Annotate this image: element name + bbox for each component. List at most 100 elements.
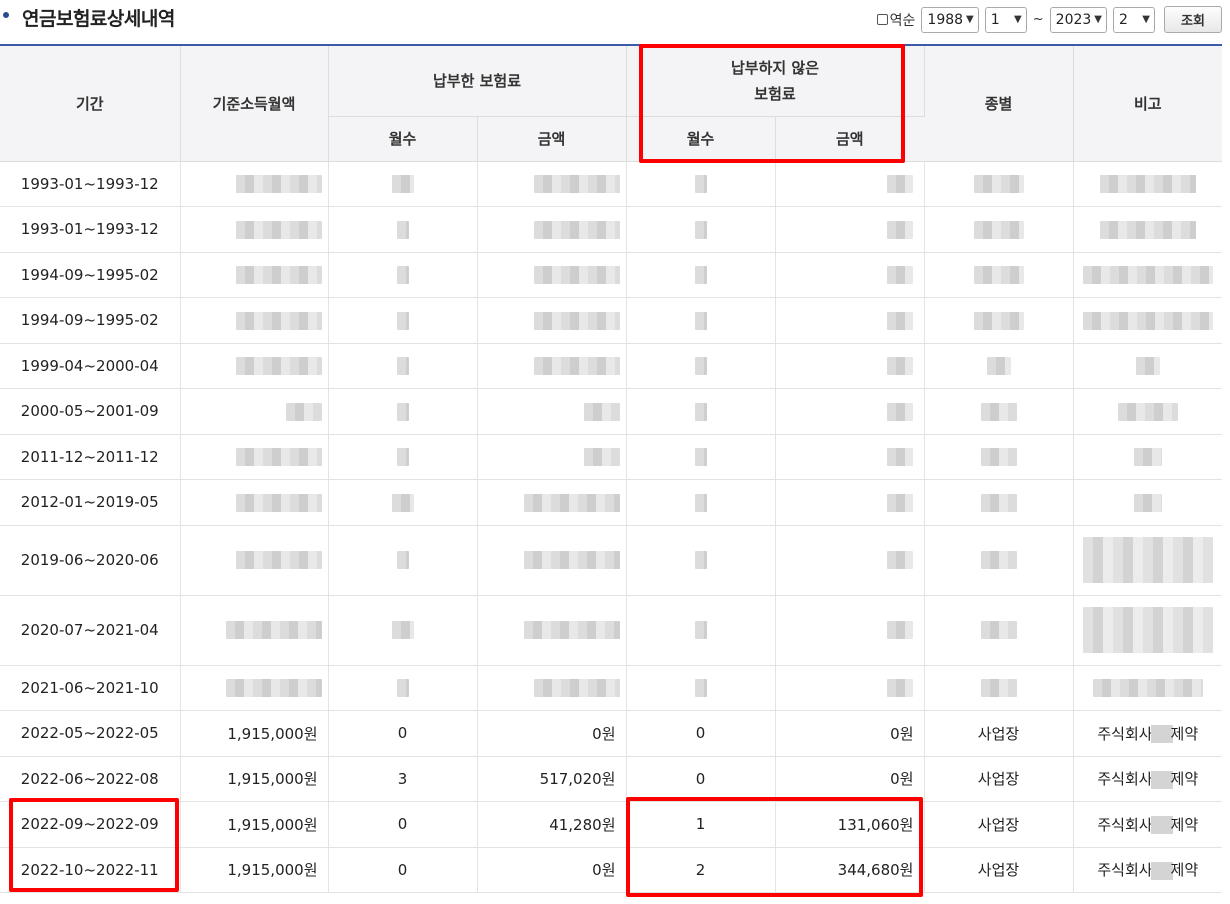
masked-cell [1073, 343, 1222, 389]
masked-cell [1073, 434, 1222, 480]
to-year-select[interactable]: 2023 ▼ [1049, 6, 1107, 33]
type-cell: 사업장 [924, 710, 1074, 757]
paid-amount-cell: 0원 [477, 847, 627, 893]
premium-table-wrap: 기간 기준소득월액 납부한 보험료 납부하지 않은 보험료 종별 비고 월수 금… [0, 46, 1222, 893]
period-cell: 2022-05~2022-05 [0, 710, 181, 757]
table-row: 1993-01~1993-12 [0, 206, 1222, 253]
note-cell: 주식회사 제약 [1073, 710, 1222, 757]
masked-cell [180, 206, 329, 253]
search-button[interactable]: 조회 [1164, 6, 1222, 33]
paid-months-cell: 0 [328, 847, 478, 893]
masked-cell [775, 595, 925, 666]
masked-cell [180, 479, 329, 526]
note-prefix: 주식회사 [1097, 815, 1153, 834]
masked-cell [477, 434, 627, 480]
period-cell: 2022-09~2022-09 [0, 801, 181, 848]
period-cell: 2022-10~2022-11 [0, 847, 181, 893]
redacted-mark [1150, 725, 1173, 744]
masked-cell [626, 525, 776, 596]
masked-cell [626, 343, 776, 389]
bullet-icon [3, 12, 9, 18]
chevron-down-icon: ▼ [1014, 14, 1022, 25]
masked-cell [477, 343, 627, 389]
note-prefix: 주식회사 [1097, 770, 1153, 789]
from-month-value: 1 [990, 11, 1000, 28]
range-separator: ~ [1032, 12, 1044, 27]
page-header: 연금보험료상세내역 역순 1988 ▼ 1 ▼ ~ 2023 ▼ 2 ▼ 조회 [0, 0, 1230, 44]
table-row: 2011-12~2011-12 [0, 434, 1222, 480]
masked-cell [477, 297, 627, 344]
masked-cell [328, 434, 478, 480]
masked-cell [775, 665, 925, 711]
masked-cell [180, 595, 329, 666]
header-unpaid-amount: 금액 [775, 116, 924, 162]
masked-cell [626, 479, 776, 526]
period-cell: 1999-04~2000-04 [0, 343, 181, 389]
masked-cell [477, 161, 627, 207]
masked-cell [1073, 665, 1222, 711]
redacted-mark [1150, 861, 1173, 880]
masked-cell [775, 434, 925, 480]
masked-cell [626, 665, 776, 711]
to-month-value: 2 [1119, 11, 1128, 28]
masked-cell [1073, 252, 1222, 298]
from-year-value: 1988 [927, 11, 964, 28]
note-cell: 주식회사 제약 [1073, 756, 1222, 802]
table-row: 2012-01~2019-05 [0, 479, 1222, 526]
masked-cell [924, 388, 1074, 435]
masked-cell [924, 434, 1074, 480]
header-base-income: 기준소득월액 [180, 46, 329, 162]
masked-cell [477, 388, 627, 435]
masked-cell [328, 252, 478, 298]
redacted-mark [1150, 816, 1173, 835]
masked-cell [1073, 388, 1222, 435]
masked-cell [328, 161, 478, 207]
table-row: 1993-01~1993-12 [0, 161, 1222, 207]
masked-cell [775, 525, 925, 596]
chevron-down-icon: ▼ [1094, 14, 1102, 25]
table-row: 2020-07~2021-04 [0, 595, 1222, 666]
masked-cell [477, 525, 627, 596]
masked-cell [328, 297, 478, 344]
period-cell: 2000-05~2001-09 [0, 388, 181, 435]
premium-detail-table: 기간 기준소득월액 납부한 보험료 납부하지 않은 보험료 종별 비고 월수 금… [0, 46, 1222, 893]
from-year-select[interactable]: 1988 ▼ [921, 6, 979, 33]
masked-cell [626, 595, 776, 666]
page-title: 연금보험료상세내역 [22, 8, 175, 30]
masked-cell [477, 252, 627, 298]
to-month-select[interactable]: 2 ▼ [1113, 6, 1155, 33]
period-cell: 1994-09~1995-02 [0, 297, 181, 344]
unpaid-months-cell: 0 [626, 710, 776, 757]
masked-cell [1073, 595, 1222, 666]
masked-cell [1073, 479, 1222, 526]
table-row: 1994-09~1995-02 [0, 252, 1222, 298]
base-income-cell: 1,915,000원 [180, 847, 329, 893]
unpaid-amount-cell: 0원 [775, 710, 925, 757]
masked-cell [924, 525, 1074, 596]
period-cell: 2019-06~2020-06 [0, 525, 181, 596]
masked-cell [626, 161, 776, 207]
note-suffix: 제약 [1170, 815, 1199, 834]
note-suffix: 제약 [1170, 861, 1199, 880]
reverse-checkbox[interactable] [876, 14, 888, 25]
masked-cell [477, 665, 627, 711]
masked-cell [775, 343, 925, 389]
masked-cell [924, 252, 1074, 298]
note-suffix: 제약 [1170, 770, 1199, 789]
table-row: 2022-09~2022-09 1,915,000원 0 41,280원 1 1… [0, 801, 1222, 848]
reverse-order-toggle[interactable]: 역순 [876, 10, 915, 30]
masked-cell [775, 388, 925, 435]
table-row: 2019-06~2020-06 [0, 525, 1222, 596]
paid-amount-cell: 0원 [477, 710, 627, 757]
chevron-down-icon: ▼ [1142, 14, 1150, 25]
header-unpaid-months: 월수 [626, 116, 776, 162]
table-row: 2022-05~2022-05 1,915,000원 0 0원 0 0원 사업장… [0, 710, 1222, 757]
header-period: 기간 [0, 46, 181, 162]
masked-cell [775, 206, 925, 253]
from-month-select[interactable]: 1 ▼ [984, 6, 1027, 33]
header-unpaid-line2: 보험료 [754, 84, 796, 103]
chevron-down-icon: ▼ [966, 14, 974, 25]
masked-cell [180, 297, 329, 344]
table-row: 2021-06~2021-10 [0, 665, 1222, 711]
header-paid-amount: 금액 [477, 116, 627, 162]
